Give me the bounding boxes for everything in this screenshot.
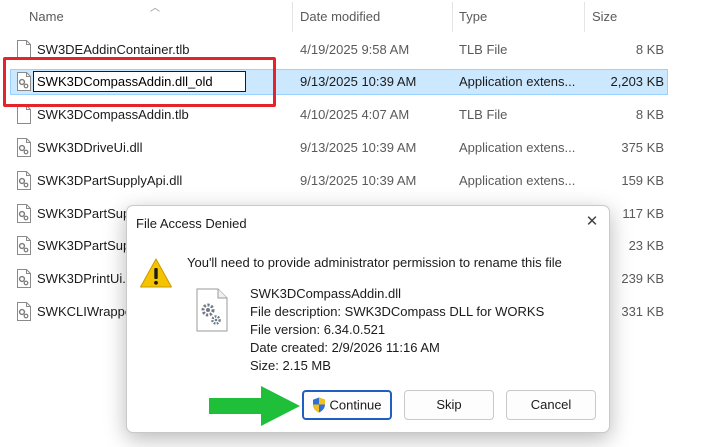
file-name: SWK3DPartSupplyApi.dll <box>37 173 183 188</box>
file-row[interactable]: SWK3DPartSupplyApi.dll 9/13/2025 10:39 A… <box>0 167 702 194</box>
continue-button[interactable]: Continue <box>302 390 392 420</box>
column-size-header[interactable]: Size <box>592 9 617 24</box>
dll-file-icon <box>17 236 31 255</box>
file-size: 239 KB <box>621 271 664 286</box>
file-name: SWK3DPartSupp <box>37 238 138 253</box>
file-name: SWK3DDriveUi.dll <box>37 140 143 155</box>
file-size: 23 KB <box>628 238 664 253</box>
column-type-header[interactable]: Type <box>459 9 487 24</box>
file-size: 331 KB <box>621 304 664 319</box>
dll-file-icon <box>17 171 31 190</box>
file-access-denied-dialog: File Access Denied ✕ You'll need to prov… <box>126 205 610 433</box>
file-size: 375 KB <box>621 140 664 155</box>
close-icon[interactable]: ✕ <box>581 212 603 232</box>
file-info-name: SWK3DCompassAddin.dll <box>250 286 402 301</box>
file-size: 2,203 KB <box>610 74 665 89</box>
file-type: Application extens... <box>459 74 576 89</box>
file-type: TLB File <box>459 107 508 122</box>
column-divider[interactable] <box>584 2 585 32</box>
file-row[interactable]: SWK3DDriveUi.dll 9/13/2025 10:39 AM Appl… <box>0 134 702 161</box>
green-arrow-annotation <box>209 386 300 426</box>
file-info: SWK3DCompassAddin.dll File description: … <box>250 285 544 375</box>
cancel-button[interactable]: Cancel <box>506 390 596 420</box>
file-date: 4/10/2025 4:07 AM <box>300 107 410 122</box>
file-name: SWKCLIWrappe <box>37 304 133 319</box>
file-info-size: Size: 2.15 MB <box>250 358 331 373</box>
column-divider[interactable] <box>292 2 293 32</box>
file-size: 159 KB <box>621 173 664 188</box>
dialog-title: File Access Denied <box>136 216 247 231</box>
file-name: SWK3DPartSup <box>37 206 131 221</box>
file-size: 8 KB <box>635 42 664 57</box>
dialog-message: You'll need to provide administrator per… <box>187 255 562 270</box>
dll-file-icon <box>17 138 31 157</box>
file-date: 9/13/2025 10:39 AM <box>300 140 417 155</box>
warning-icon <box>140 258 172 288</box>
red-highlight-annotation <box>3 57 276 107</box>
tlb-file-icon <box>17 105 31 124</box>
column-header: ︿ Name Date modified Type Size <box>0 0 702 32</box>
file-size: 8 KB <box>635 107 664 122</box>
skip-button[interactable]: Skip <box>404 390 494 420</box>
dll-file-icon <box>196 288 228 332</box>
file-date: 4/19/2025 9:58 AM <box>300 42 410 57</box>
file-info-created: Date created: 2/9/2026 11:16 AM <box>250 340 440 355</box>
dll-file-icon <box>17 204 31 223</box>
column-divider[interactable] <box>452 2 453 32</box>
file-name: SW3DEAddinContainer.tlb <box>37 42 190 57</box>
dll-file-icon <box>17 302 31 321</box>
uac-shield-icon <box>313 397 326 413</box>
file-info-version: File version: 6.34.0.521 <box>250 322 386 337</box>
column-date-header[interactable]: Date modified <box>300 9 380 24</box>
file-name: SWK3DPrintUi.d <box>37 271 134 286</box>
sort-ascending-icon: ︿ <box>150 3 160 14</box>
continue-label: Continue <box>329 397 382 413</box>
file-info-description: File description: SWK3DCompass DLL for W… <box>250 304 545 319</box>
file-size: 117 KB <box>622 206 664 221</box>
file-name: SWK3DCompassAddin.tlb <box>37 107 189 122</box>
file-date: 9/13/2025 10:39 AM <box>300 74 417 89</box>
file-type: TLB File <box>459 42 508 57</box>
dll-file-icon <box>17 269 31 288</box>
file-type: Application extens... <box>459 140 576 155</box>
file-type: Application extens... <box>459 173 576 188</box>
file-date: 9/13/2025 10:39 AM <box>300 173 417 188</box>
column-name-header[interactable]: Name <box>29 9 64 24</box>
